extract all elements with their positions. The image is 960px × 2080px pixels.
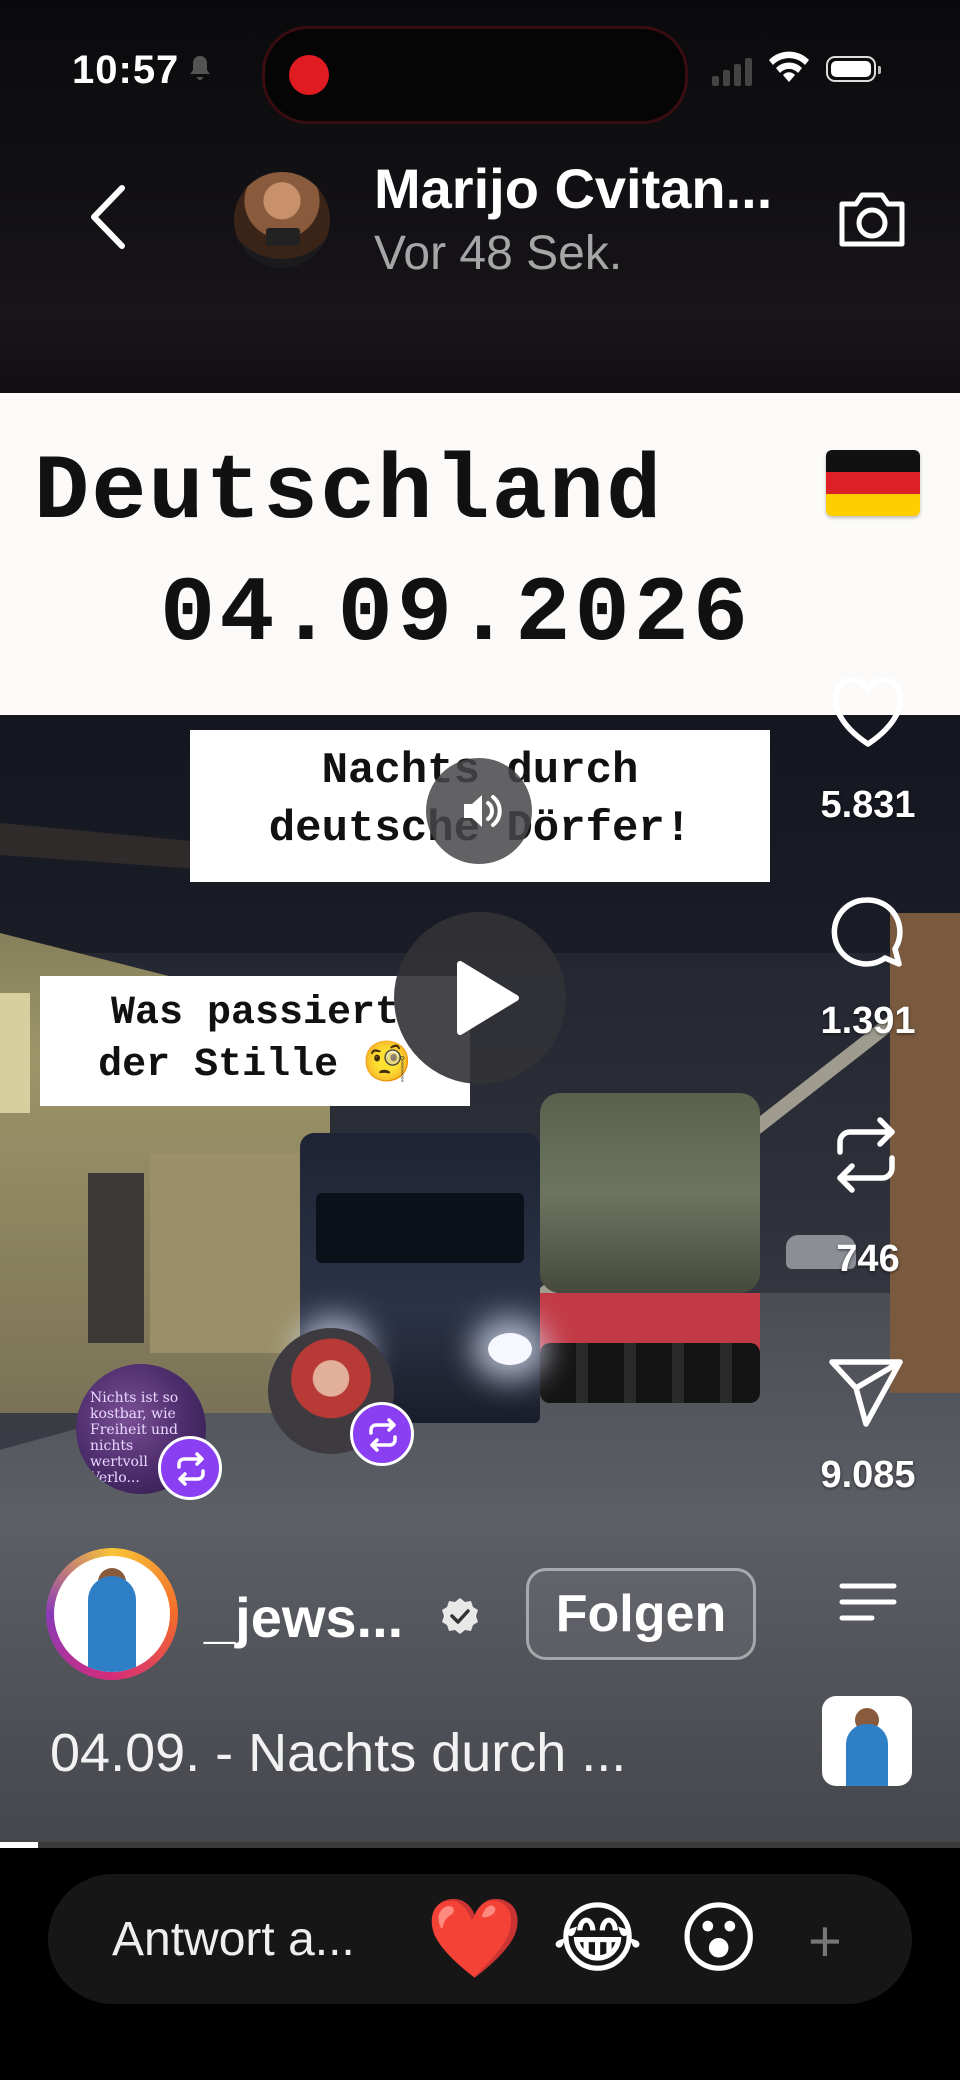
play-button[interactable] bbox=[394, 912, 566, 1084]
volume-icon bbox=[464, 795, 502, 827]
dynamic-island bbox=[262, 26, 688, 124]
menu-icon[interactable] bbox=[838, 1582, 898, 1622]
add-reaction-button[interactable]: + bbox=[808, 1908, 842, 1975]
repost-icon[interactable] bbox=[826, 1112, 906, 1198]
post-username[interactable]: _jews... bbox=[204, 1585, 403, 1650]
repost-badge-1 bbox=[158, 1436, 222, 1500]
repost-icon bbox=[369, 1418, 397, 1452]
post-author-avatar[interactable] bbox=[46, 1548, 178, 1680]
comment-icon[interactable] bbox=[826, 894, 906, 974]
signal-icon bbox=[712, 52, 752, 86]
story-time-ago: Vor 48 Sek. bbox=[374, 227, 623, 280]
header-avatar[interactable] bbox=[234, 172, 330, 268]
post-description[interactable]: 04.09. - Nachts durch ... bbox=[50, 1722, 626, 1784]
story-screen: 10:57 Marijo Cvitan... Vor 48 Sek. Deuts… bbox=[0, 0, 960, 2080]
title-country: Deutschland bbox=[34, 440, 664, 545]
reply-placeholder[interactable]: Antwort a... bbox=[112, 1912, 355, 1967]
verified-icon bbox=[442, 1598, 478, 1634]
story-author-name[interactable]: Marijo Cvitan... bbox=[374, 156, 772, 221]
repost-icon bbox=[177, 1452, 205, 1486]
reposts-count: 746 bbox=[836, 1238, 900, 1280]
record-indicator bbox=[289, 55, 329, 95]
bell-icon bbox=[190, 56, 210, 80]
follow-button[interactable]: Folgen bbox=[526, 1568, 756, 1660]
likes-count: 5.831 bbox=[820, 784, 916, 826]
send-icon[interactable] bbox=[826, 1354, 906, 1430]
title-date: 04.09.2026 bbox=[160, 562, 753, 667]
quick-reaction-laugh[interactable]: 😂 bbox=[552, 1896, 643, 1982]
play-icon bbox=[457, 961, 519, 1035]
quick-reaction-wow[interactable]: 😮 bbox=[678, 1896, 759, 1982]
wifi-icon bbox=[769, 51, 809, 82]
quick-reaction-heart[interactable]: ❤️ bbox=[426, 1896, 523, 1982]
volume-button[interactable] bbox=[426, 758, 532, 864]
shares-count: 9.085 bbox=[820, 1454, 916, 1496]
heart-icon[interactable] bbox=[826, 674, 910, 750]
comments-count: 1.391 bbox=[820, 1000, 916, 1042]
status-time: 10:57 bbox=[72, 48, 180, 92]
germany-flag-icon bbox=[826, 450, 920, 516]
repost-badge-2 bbox=[350, 1402, 414, 1466]
back-arrow-icon[interactable] bbox=[86, 182, 130, 252]
camera-icon[interactable] bbox=[834, 180, 910, 256]
original-post-thumbnail[interactable] bbox=[822, 1696, 912, 1786]
battery-icon bbox=[826, 56, 881, 82]
